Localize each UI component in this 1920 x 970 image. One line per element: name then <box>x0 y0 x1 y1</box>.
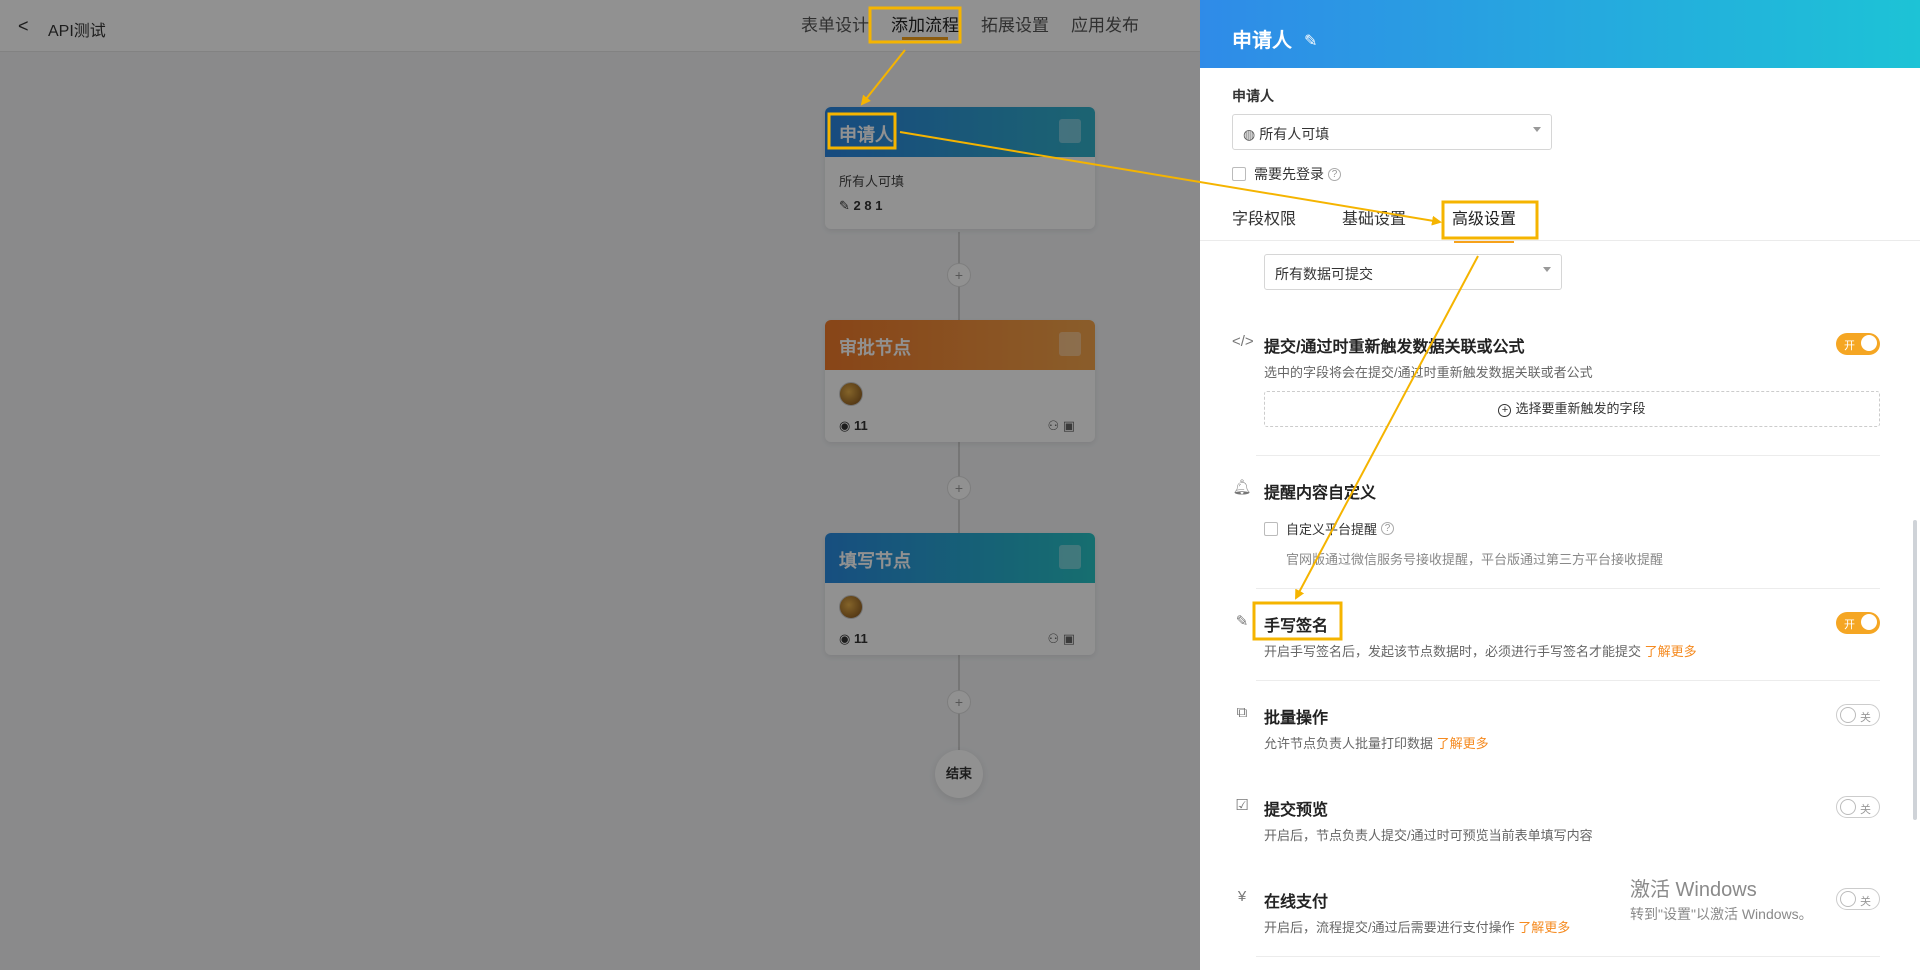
tab-basic-settings[interactable]: 基础设置 <box>1342 205 1406 229</box>
code-icon: </> <box>1232 333 1254 350</box>
signature-title: 手写签名 <box>1264 618 1329 635</box>
toggle-knob <box>1861 614 1877 630</box>
learn-more-link[interactable]: 了解更多 <box>1437 736 1489 751</box>
payment-title: 在线支付 <box>1264 894 1329 911</box>
custom-reminder-row: 自定义平台提醒 ? <box>1264 519 1395 538</box>
payment-toggle-state: 关 <box>1860 896 1871 908</box>
help-icon[interactable]: ? <box>1328 167 1341 181</box>
plus-circle-icon: + <box>1498 404 1512 417</box>
tab-field-permission[interactable]: 字段权限 <box>1232 205 1296 229</box>
help-icon[interactable]: ? <box>1381 522 1395 535</box>
select-trigger-fields-label: 选择要重新触发的字段 <box>1515 401 1646 416</box>
applicant-select[interactable]: ◍ 所有人可填 <box>1232 114 1552 150</box>
payment-toggle[interactable]: 关 <box>1836 888 1880 910</box>
trigger-toggle[interactable]: 开 <box>1836 333 1880 355</box>
section-divider <box>1256 588 1880 589</box>
section-divider <box>1256 956 1880 957</box>
submit-select-value: 所有数据可提交 <box>1275 266 1373 282</box>
signature-desc: 开启手写签名后，发起该节点数据时，必须进行手写签名才能提交 了解更多 <box>1264 641 1697 660</box>
yen-icon: ¥ <box>1237 888 1247 905</box>
reminder-desc: 官网版通过微信服务号接收提醒，平台版通过第三方平台接收提醒 <box>1286 552 1664 567</box>
watermark-line1: 激活 Windows <box>1630 879 1757 901</box>
batch-toggle-state: 关 <box>1860 712 1871 724</box>
chevron-down-icon <box>1543 267 1551 272</box>
toggle-knob <box>1840 799 1856 815</box>
signature-toggle-state: 开 <box>1844 619 1855 631</box>
batch-desc-text: 允许节点负责人批量打印数据 <box>1264 736 1434 751</box>
trigger-title: 提交/通过时重新触发数据关联或公式 <box>1264 339 1525 356</box>
toggle-knob <box>1840 891 1856 907</box>
section-divider <box>1256 680 1880 681</box>
scrollbar[interactable] <box>1913 520 1917 820</box>
signature-desc-text: 开启手写签名后，发起该节点数据时，必须进行手写签名才能提交 <box>1264 644 1642 659</box>
watermark-line2: 转到"设置"以激活 Windows。 <box>1630 906 1813 922</box>
pen-icon: ✎ <box>1235 613 1249 630</box>
batch-title: 批量操作 <box>1264 710 1329 727</box>
globe-icon: ◍ <box>1243 126 1256 142</box>
payment-desc: 开启后，流程提交/通过后需要进行支付操作 了解更多 <box>1264 917 1570 936</box>
submit-select[interactable]: 所有数据可提交 <box>1264 254 1562 290</box>
preview-toggle[interactable]: 关 <box>1836 796 1880 818</box>
tabs-divider <box>1200 240 1920 241</box>
preview-icon: ☑ <box>1235 797 1249 814</box>
custom-reminder-checkbox[interactable] <box>1264 521 1278 536</box>
payment-desc-text: 开启后，流程提交/通过后需要进行支付操作 <box>1264 920 1515 935</box>
signature-toggle[interactable]: 开 <box>1836 612 1880 634</box>
learn-more-link[interactable]: 了解更多 <box>1645 644 1697 659</box>
section-divider <box>1256 455 1880 456</box>
chevron-down-icon <box>1533 127 1541 132</box>
trigger-toggle-state: 开 <box>1844 340 1855 352</box>
need-login-label: 需要先登录 <box>1254 166 1324 182</box>
batch-toggle[interactable]: 关 <box>1836 704 1880 726</box>
toggle-knob <box>1861 335 1877 351</box>
edit-icon[interactable]: ✎ <box>1304 31 1317 51</box>
settings-drawer: 申请人 ✎ 申请人 ◍ 所有人可填 需要先登录 ? 字段权限 基础设置 高级设置 所… <box>1200 0 1920 970</box>
drawer-title: 申请人 <box>1232 30 1292 52</box>
select-trigger-fields-button[interactable]: + 选择要重新触发的字段 <box>1264 391 1880 427</box>
modal-overlay[interactable] <box>0 0 1200 970</box>
batch-desc: 允许节点负责人批量打印数据 了解更多 <box>1264 733 1489 752</box>
tab-advanced-settings[interactable]: 高级设置 <box>1452 205 1516 243</box>
reminder-title: 提醒内容自定义 <box>1264 485 1377 502</box>
need-login-row: 需要先登录 ? <box>1232 164 1341 184</box>
batch-icon: ⧉ <box>1236 704 1248 721</box>
learn-more-link[interactable]: 了解更多 <box>1518 920 1570 935</box>
preview-toggle-state: 关 <box>1860 804 1871 816</box>
preview-desc: 开启后，节点负责人提交/通过时可预览当前表单填写内容 <box>1264 828 1593 843</box>
applicant-field-label: 申请人 <box>1232 88 1274 104</box>
bell-icon: 🔔︎ <box>1232 479 1252 496</box>
settings-tabs: 字段权限 基础设置 高级设置 <box>1232 205 1562 243</box>
toggle-knob <box>1840 707 1856 723</box>
need-login-checkbox[interactable] <box>1232 167 1246 181</box>
preview-title: 提交预览 <box>1264 802 1329 819</box>
drawer-header: 申请人 ✎ <box>1200 0 1920 68</box>
applicant-select-value: 所有人可填 <box>1259 126 1330 142</box>
custom-reminder-label: 自定义平台提醒 <box>1286 522 1378 537</box>
windows-watermark: 激活 Windows 转到"设置"以激活 Windows。 <box>1630 873 1813 924</box>
trigger-desc: 选中的字段将会在提交/通过时重新触发数据关联或者公式 <box>1264 365 1593 380</box>
